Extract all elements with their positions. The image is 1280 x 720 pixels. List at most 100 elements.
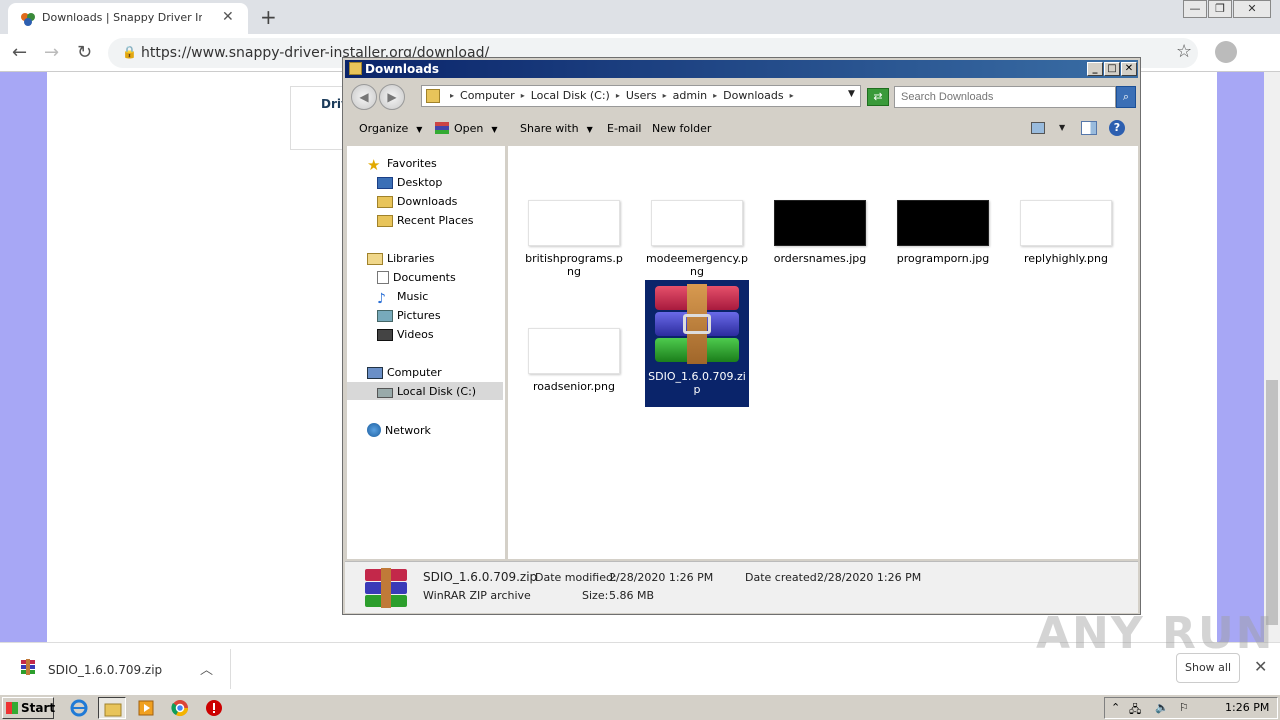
downloads-folder-icon (377, 196, 393, 208)
breadcrumb-users[interactable]: Users (626, 89, 657, 103)
tray-expand-icon[interactable]: ⌃ (1111, 701, 1120, 714)
browser-tab[interactable]: Downloads | Snappy Driver Installer ✕ (8, 3, 248, 34)
new-tab-button[interactable]: + (260, 5, 277, 29)
nav-item-computer[interactable]: Computer (367, 366, 442, 379)
new-folder-button[interactable]: New folder (652, 122, 711, 135)
explorer-maximize-button[interactable]: □ (1104, 62, 1120, 76)
network-tray-icon[interactable]: 🖧 (1129, 701, 1141, 720)
internet-explorer-icon[interactable] (70, 699, 88, 717)
search-input[interactable] (894, 86, 1116, 108)
nav-item-music[interactable]: ♪ Music (377, 290, 428, 306)
close-shelf-icon[interactable]: ✕ (1254, 657, 1267, 676)
music-icon: ♪ (377, 291, 386, 307)
restore-button[interactable]: ❐ (1208, 0, 1232, 18)
chevron-right-icon[interactable]: ▸ (450, 89, 454, 103)
details-date-created: 2/28/2020 1:26 PM (817, 571, 922, 584)
reload-icon[interactable]: ↻ (77, 42, 92, 63)
explorer-taskbar-button[interactable] (98, 697, 126, 719)
nav-label: Music (397, 290, 429, 303)
nav-label: Downloads (397, 195, 458, 208)
file-item-selected[interactable]: SDIO_1.6.0.709.zip (645, 280, 749, 407)
taskbar: Start ⌃ 🖧 🔈 ⚐ 1:26 PM (0, 694, 1280, 720)
explorer-forward-icon[interactable]: ▶ (379, 84, 405, 110)
stop-sign-icon[interactable] (205, 699, 223, 717)
explorer-close-button[interactable]: ✕ (1121, 62, 1137, 76)
chevron-right-icon[interactable]: ▸ (521, 89, 525, 103)
chevron-right-icon[interactable]: ▸ (616, 89, 620, 103)
chevron-right-icon[interactable]: ▸ (790, 89, 794, 103)
file-item[interactable]: roadsenior.png (522, 328, 626, 393)
file-item[interactable]: replyhighly.png (1014, 200, 1118, 265)
share-with-button[interactable]: Share with ▼ (520, 122, 593, 135)
profile-avatar-icon[interactable] (1215, 41, 1237, 63)
organize-button[interactable]: Organize ▼ (359, 122, 422, 135)
chevron-down-icon[interactable]: ▼ (848, 89, 855, 99)
refresh-icon[interactable]: ⇄ (867, 88, 889, 106)
file-item[interactable]: ordersnames.jpg (768, 200, 872, 265)
explorer-titlebar[interactable]: Downloads _ □ ✕ (345, 60, 1138, 78)
file-item[interactable]: britishprograms.png (522, 200, 626, 278)
nav-item-desktop[interactable]: Desktop (377, 176, 442, 189)
nav-item-videos[interactable]: Videos (377, 328, 434, 341)
details-filename: SDIO_1.6.0.709.zip (423, 570, 538, 584)
page-scrollbar[interactable] (1264, 72, 1280, 642)
breadcrumb-admin[interactable]: admin (673, 89, 707, 103)
action-center-flag-icon[interactable]: ⚐ (1179, 701, 1189, 714)
winrar-archive-icon (363, 568, 409, 608)
chevron-up-icon[interactable]: ︿ (200, 659, 213, 678)
open-button[interactable]: Open ▼ (435, 122, 498, 135)
explorer-back-icon[interactable]: ◀ (351, 84, 377, 110)
email-button[interactable]: E-mail (607, 122, 642, 135)
details-date-modified-label: Date modified: (535, 571, 617, 584)
chevron-right-icon[interactable]: ▸ (663, 89, 667, 103)
download-item-name[interactable]: SDIO_1.6.0.709.zip (48, 663, 162, 677)
page-tab-partial[interactable]: Driv (290, 86, 349, 150)
volume-icon[interactable]: 🔈 (1155, 701, 1169, 714)
details-type: WinRAR ZIP archive (423, 589, 531, 602)
nav-item-favorites[interactable]: ★ Favorites (367, 157, 437, 173)
preview-pane-icon[interactable] (1081, 121, 1097, 135)
breadcrumb-local-disk[interactable]: Local Disk (C:) (531, 89, 610, 103)
nav-item-downloads[interactable]: Downloads (377, 195, 457, 208)
search-icon[interactable]: ⌕ (1116, 86, 1136, 108)
chevron-down-icon[interactable]: ▼ (1059, 123, 1065, 132)
chevron-right-icon[interactable]: ▸ (713, 89, 717, 103)
explorer-title: Downloads (365, 62, 440, 76)
explorer-minimize-button[interactable]: _ (1087, 62, 1103, 76)
start-label: Start (21, 701, 56, 715)
clock[interactable]: 1:26 PM (1225, 701, 1269, 714)
nav-item-libraries[interactable]: Libraries (367, 252, 435, 265)
folder-icon (104, 703, 122, 717)
breadcrumb-computer[interactable]: Computer (460, 89, 515, 103)
start-button[interactable]: Start (2, 697, 56, 719)
nav-item-documents[interactable]: Documents (377, 271, 456, 284)
libraries-icon (367, 253, 383, 265)
nav-item-local-disk[interactable]: Local Disk (C:) (377, 385, 476, 398)
image-thumbnail (528, 200, 620, 246)
file-item[interactable]: modeemergency.png (645, 200, 749, 278)
minimize-button[interactable]: — (1183, 0, 1207, 18)
nav-item-recent-places[interactable]: Recent Places (377, 214, 474, 227)
tab-title: Downloads | Snappy Driver Installer (42, 11, 202, 24)
scrollbar-thumb[interactable] (1266, 380, 1278, 625)
help-icon[interactable]: ? (1109, 120, 1125, 136)
bookmark-star-icon[interactable]: ☆ (1176, 41, 1192, 62)
winrar-file-icon (21, 659, 35, 675)
media-player-icon[interactable] (137, 699, 155, 717)
details-size-label: Size: (582, 589, 609, 602)
window-close-button[interactable]: ✕ (1233, 0, 1271, 18)
breadcrumb-downloads[interactable]: Downloads (723, 89, 783, 103)
nav-label: Libraries (387, 252, 435, 265)
forward-arrow-icon[interactable]: → (44, 42, 59, 63)
change-view-icon[interactable] (1031, 122, 1045, 134)
file-item[interactable]: programporn.jpg (891, 200, 995, 265)
nav-item-pictures[interactable]: Pictures (377, 309, 441, 322)
nav-item-network[interactable]: Network (367, 423, 431, 437)
breadcrumb[interactable]: ▸ Computer ▸ Local Disk (C:) ▸ Users ▸ a… (421, 85, 861, 107)
tab-close-icon[interactable]: ✕ (222, 9, 234, 25)
nav-label: Favorites (387, 157, 437, 170)
details-pane: SDIO_1.6.0.709.zip WinRAR ZIP archive Da… (345, 561, 1138, 613)
back-arrow-icon[interactable]: ← (12, 42, 27, 63)
chrome-icon[interactable] (171, 699, 189, 717)
explorer-address-row: ◀ ▶ ▸ Computer ▸ Local Disk (C:) ▸ Users… (345, 80, 1138, 112)
